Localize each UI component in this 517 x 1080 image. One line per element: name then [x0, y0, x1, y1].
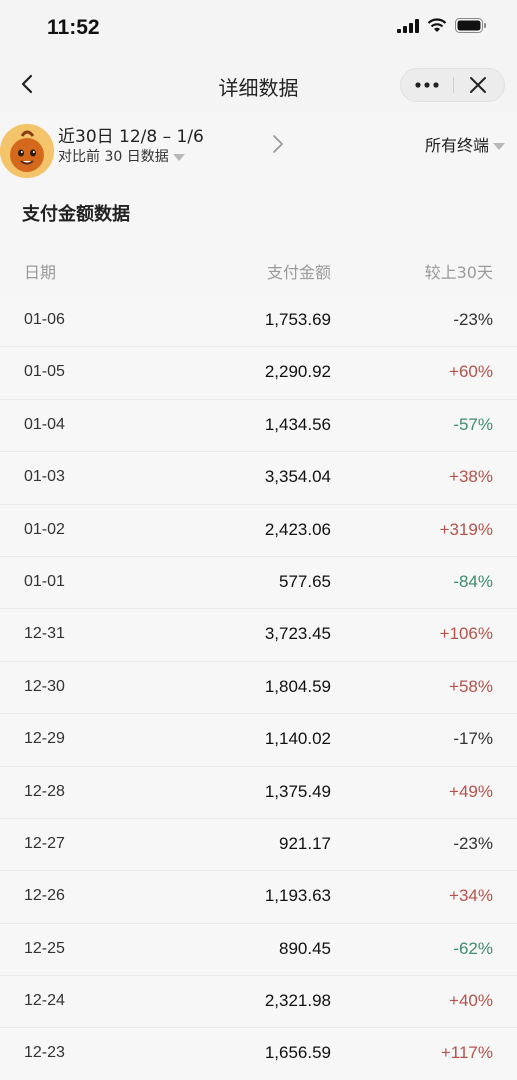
next-period-button[interactable]: [268, 132, 288, 156]
row-amount: 577.65: [279, 571, 331, 591]
row-date: 12-28: [24, 782, 65, 800]
row-change: +117%: [440, 1043, 493, 1063]
row-amount: 2,423.06: [264, 519, 331, 539]
row-change: +58%: [449, 676, 493, 696]
table-row: 12-27 921.17 -23%: [0, 818, 517, 872]
table-row: 12-23 1,656.59 +117%: [0, 1028, 517, 1080]
row-amount: 1,804.59: [264, 676, 331, 696]
row-amount: 1,753.69: [264, 310, 331, 329]
row-date: 12-23: [24, 1044, 65, 1062]
row-date: 12-29: [24, 730, 65, 748]
table-header: 日期 支付金额 较上30天: [0, 242, 517, 294]
date-range-label[interactable]: 近30日 12/8 – 1/6: [58, 122, 204, 147]
row-date: 01-04: [24, 415, 65, 433]
signal-icon: [397, 18, 419, 33]
row-amount: 1,656.59: [264, 1043, 331, 1063]
row-date: 01-03: [24, 468, 65, 486]
compare-label: 对比前 30 日数据: [58, 149, 169, 165]
status-bar: 11:52: [0, 0, 517, 56]
more-dots-icon: [415, 82, 439, 88]
terminal-selector[interactable]: 所有终端: [425, 132, 505, 156]
caret-down-icon: [172, 153, 185, 161]
row-change: -62%: [453, 938, 493, 958]
compare-selector[interactable]: 对比前 30 日数据: [58, 146, 185, 166]
battery-icon: [455, 18, 486, 33]
row-amount: 1,140.02: [264, 729, 331, 749]
row-change: -57%: [453, 414, 493, 434]
table-row: 12-24 2,321.98 +40%: [0, 976, 517, 1029]
row-change: -23%: [453, 310, 493, 329]
row-amount: 3,723.45: [264, 624, 331, 644]
chevron-left-icon: [21, 74, 33, 94]
row-change: +60%: [449, 362, 493, 382]
terminal-label: 所有终端: [424, 136, 489, 155]
wifi-icon: [427, 18, 447, 32]
table-row: 01-02 2,423.06 +319%: [0, 504, 517, 557]
row-change: +319%: [439, 519, 493, 539]
row-change: +106%: [439, 624, 493, 644]
table-row: 01-06 1,753.69 -23%: [0, 295, 517, 348]
row-change: -84%: [453, 571, 493, 591]
table-row: 01-01 577.65 -84%: [0, 556, 517, 610]
chevron-right-icon: [273, 135, 283, 153]
row-date: 01-02: [24, 520, 65, 538]
more-button[interactable]: [401, 69, 453, 101]
data-table-body: 01-06 1,753.69 -23% 01-05 2,290.92 +60% 01-04 1…: [0, 295, 517, 1080]
table-row: 01-04 1,434.56 -57%: [0, 399, 517, 453]
avatar[interactable]: [0, 124, 54, 178]
row-date: 12-27: [24, 834, 65, 852]
table-row: 12-30 1,804.59 +58%: [0, 661, 517, 715]
row-amount: 890.45: [279, 938, 331, 958]
close-button[interactable]: [452, 69, 504, 101]
row-date: 01-01: [24, 572, 65, 590]
row-date: 12-25: [24, 939, 65, 957]
back-button[interactable]: [14, 70, 42, 98]
avatar-image: [0, 124, 54, 178]
row-date: 12-26: [24, 887, 65, 905]
column-header-change: 较上30天: [424, 263, 493, 282]
row-amount: 1,375.49: [264, 781, 331, 801]
table-row: 12-29 1,140.02 -17%: [0, 714, 517, 767]
table-row: 12-26 1,193.63 +34%: [0, 871, 517, 924]
row-amount: 1,434.56: [264, 414, 331, 434]
row-change: +34%: [449, 886, 493, 906]
table-row: 01-03 3,354.04 +38%: [0, 452, 517, 505]
row-amount: 2,321.98: [264, 991, 331, 1011]
row-amount: 1,193.63: [264, 886, 331, 906]
status-time: 11:52: [47, 16, 100, 39]
column-header-date: 日期: [24, 263, 57, 282]
nav-bar: 详细数据: [0, 56, 517, 112]
section-title: 支付金额数据: [22, 204, 130, 225]
row-date: 01-06: [24, 311, 65, 328]
row-date: 12-31: [24, 625, 65, 643]
table-row: 12-28 1,375.49 +49%: [0, 766, 517, 819]
row-change: +38%: [449, 467, 493, 487]
row-change: +40%: [449, 991, 493, 1011]
row-change: -23%: [453, 833, 493, 853]
row-date: 12-24: [24, 992, 65, 1010]
row-date: 01-05: [24, 363, 65, 381]
column-header-amount: 支付金额: [266, 263, 331, 282]
close-icon: [470, 77, 486, 93]
table-row: 12-25 890.45 -62%: [0, 923, 517, 977]
row-amount: 3,354.04: [264, 467, 331, 487]
table-row: 12-31 3,723.45 +106%: [0, 609, 517, 662]
row-amount: 2,290.92: [264, 362, 331, 382]
row-change: +49%: [449, 781, 493, 801]
filter-bar: 近30日 12/8 – 1/6 对比前 30 日数据 所有终端: [0, 112, 517, 182]
table-row: 01-05 2,290.92 +60%: [0, 347, 517, 400]
row-amount: 921.17: [279, 833, 331, 853]
row-change: -17%: [453, 729, 493, 749]
row-date: 12-30: [24, 677, 65, 695]
caret-down-icon: [493, 143, 505, 150]
status-icons: [397, 18, 487, 33]
mini-program-capsule: [400, 68, 505, 102]
